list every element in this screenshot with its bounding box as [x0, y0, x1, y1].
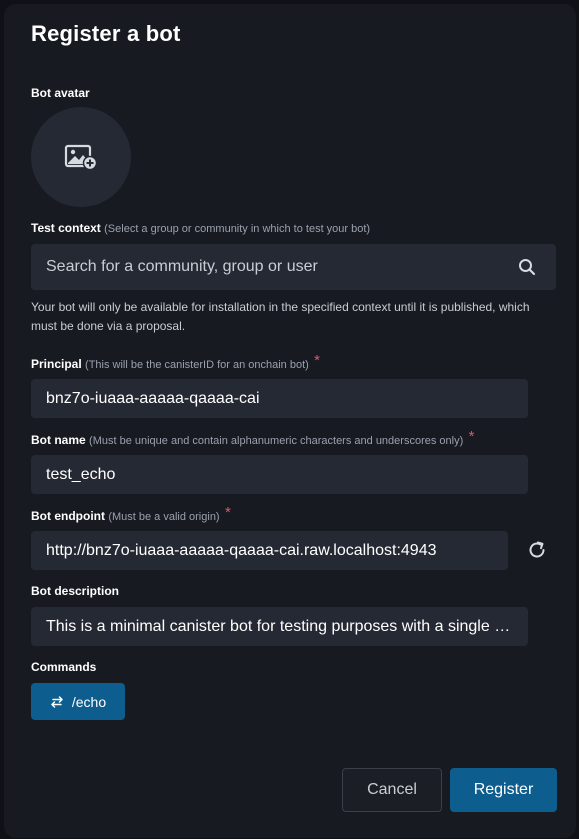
test-context-hint: (Select a group or community in which to…	[104, 223, 371, 235]
add-image-icon	[64, 144, 98, 171]
bot-avatar-label: Bot avatar	[31, 86, 90, 100]
bot-endpoint-hint: (Must be a valid origin)	[108, 511, 220, 523]
search-icon[interactable]	[518, 258, 536, 276]
bot-name-label: Bot name (Must be unique and contain alp…	[31, 428, 475, 447]
bot-avatar-picker[interactable]	[31, 107, 131, 207]
command-label: /echo	[71, 693, 107, 710]
register-button[interactable]: Register	[450, 768, 557, 812]
test-context-note: Your bot will only be available for inst…	[31, 300, 530, 333]
test-context-search-input[interactable]: Search for a community, group or user	[31, 244, 556, 290]
swap-arrows-icon	[51, 695, 63, 708]
bot-name-input[interactable]: test_echo	[31, 455, 528, 494]
search-placeholder: Search for a community, group or user	[46, 258, 318, 275]
required-marker: *	[314, 352, 320, 369]
cancel-button[interactable]: Cancel	[342, 768, 442, 812]
required-marker: *	[224, 504, 231, 521]
principal-input[interactable]: bnz7o-iuaaa-aaaaa-qaaaa-cai	[31, 379, 528, 418]
register-bot-dialog: Register a bot Bot avatar Test context (…	[4, 4, 576, 838]
required-marker: *	[468, 428, 475, 445]
bot-name-hint: (Must be unique and contain alphanumeric…	[89, 435, 464, 447]
principal-label: Principal (This will be the canisterID f…	[31, 352, 320, 371]
refresh-icon[interactable]	[526, 539, 548, 561]
commands-label: Commands	[31, 660, 97, 674]
test-context-label: Test context (Select a group or communit…	[31, 221, 371, 235]
bot-endpoint-label: Bot endpoint (Must be a valid origin) *	[31, 504, 231, 523]
bot-description-input[interactable]: This is a minimal canister bot for testi…	[31, 607, 528, 646]
principal-hint: (This will be the canisterID for an onch…	[85, 359, 309, 371]
command-echo-button[interactable]: /echo	[31, 683, 125, 720]
bot-description-label: Bot description	[31, 584, 120, 598]
dialog-title: Register a bot	[31, 21, 181, 46]
bot-endpoint-input[interactable]: http://bnz7o-iuaaa-aaaaa-qaaaa-cai.raw.l…	[31, 531, 508, 570]
